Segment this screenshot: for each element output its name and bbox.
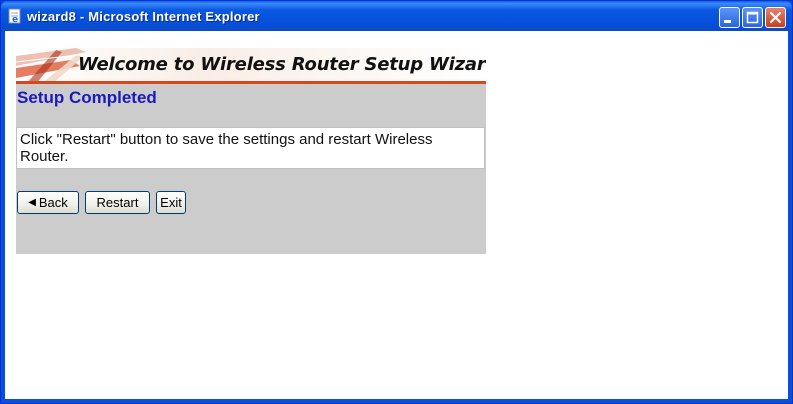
message-box: Click "Restart" button to save the setti… [16,127,485,169]
browser-window: e wizard8 - Microsoft Internet Explorer [0,0,793,404]
banner-title: Welcome to Wireless Router Setup Wizard [78,54,486,75]
restart-button[interactable]: Restart [85,191,150,214]
wizard-banner: Welcome to Wireless Router Setup Wizard [16,48,486,84]
window-title: wizard8 - Microsoft Internet Explorer [27,9,260,24]
back-button-label: Back [38,195,68,210]
close-button[interactable] [765,7,786,28]
page-content: Welcome to Wireless Router Setup Wizard … [5,31,788,399]
maximize-button[interactable] [742,7,763,28]
restart-message: Click "Restart" button to save the setti… [20,131,433,165]
wizard-panel: Welcome to Wireless Router Setup Wizard … [16,48,486,254]
chevron-left-icon: ◀ [28,197,36,208]
back-button[interactable]: ◀ Back [17,191,79,214]
page-heading: Setup Completed [17,88,157,107]
banner-divider [16,81,486,84]
ie-page-icon: e [7,8,23,25]
exit-button[interactable]: Exit [156,191,186,214]
minimize-button[interactable] [719,7,740,28]
title-bar[interactable]: e wizard8 - Microsoft Internet Explorer [1,1,792,31]
svg-text:e: e [12,15,18,24]
